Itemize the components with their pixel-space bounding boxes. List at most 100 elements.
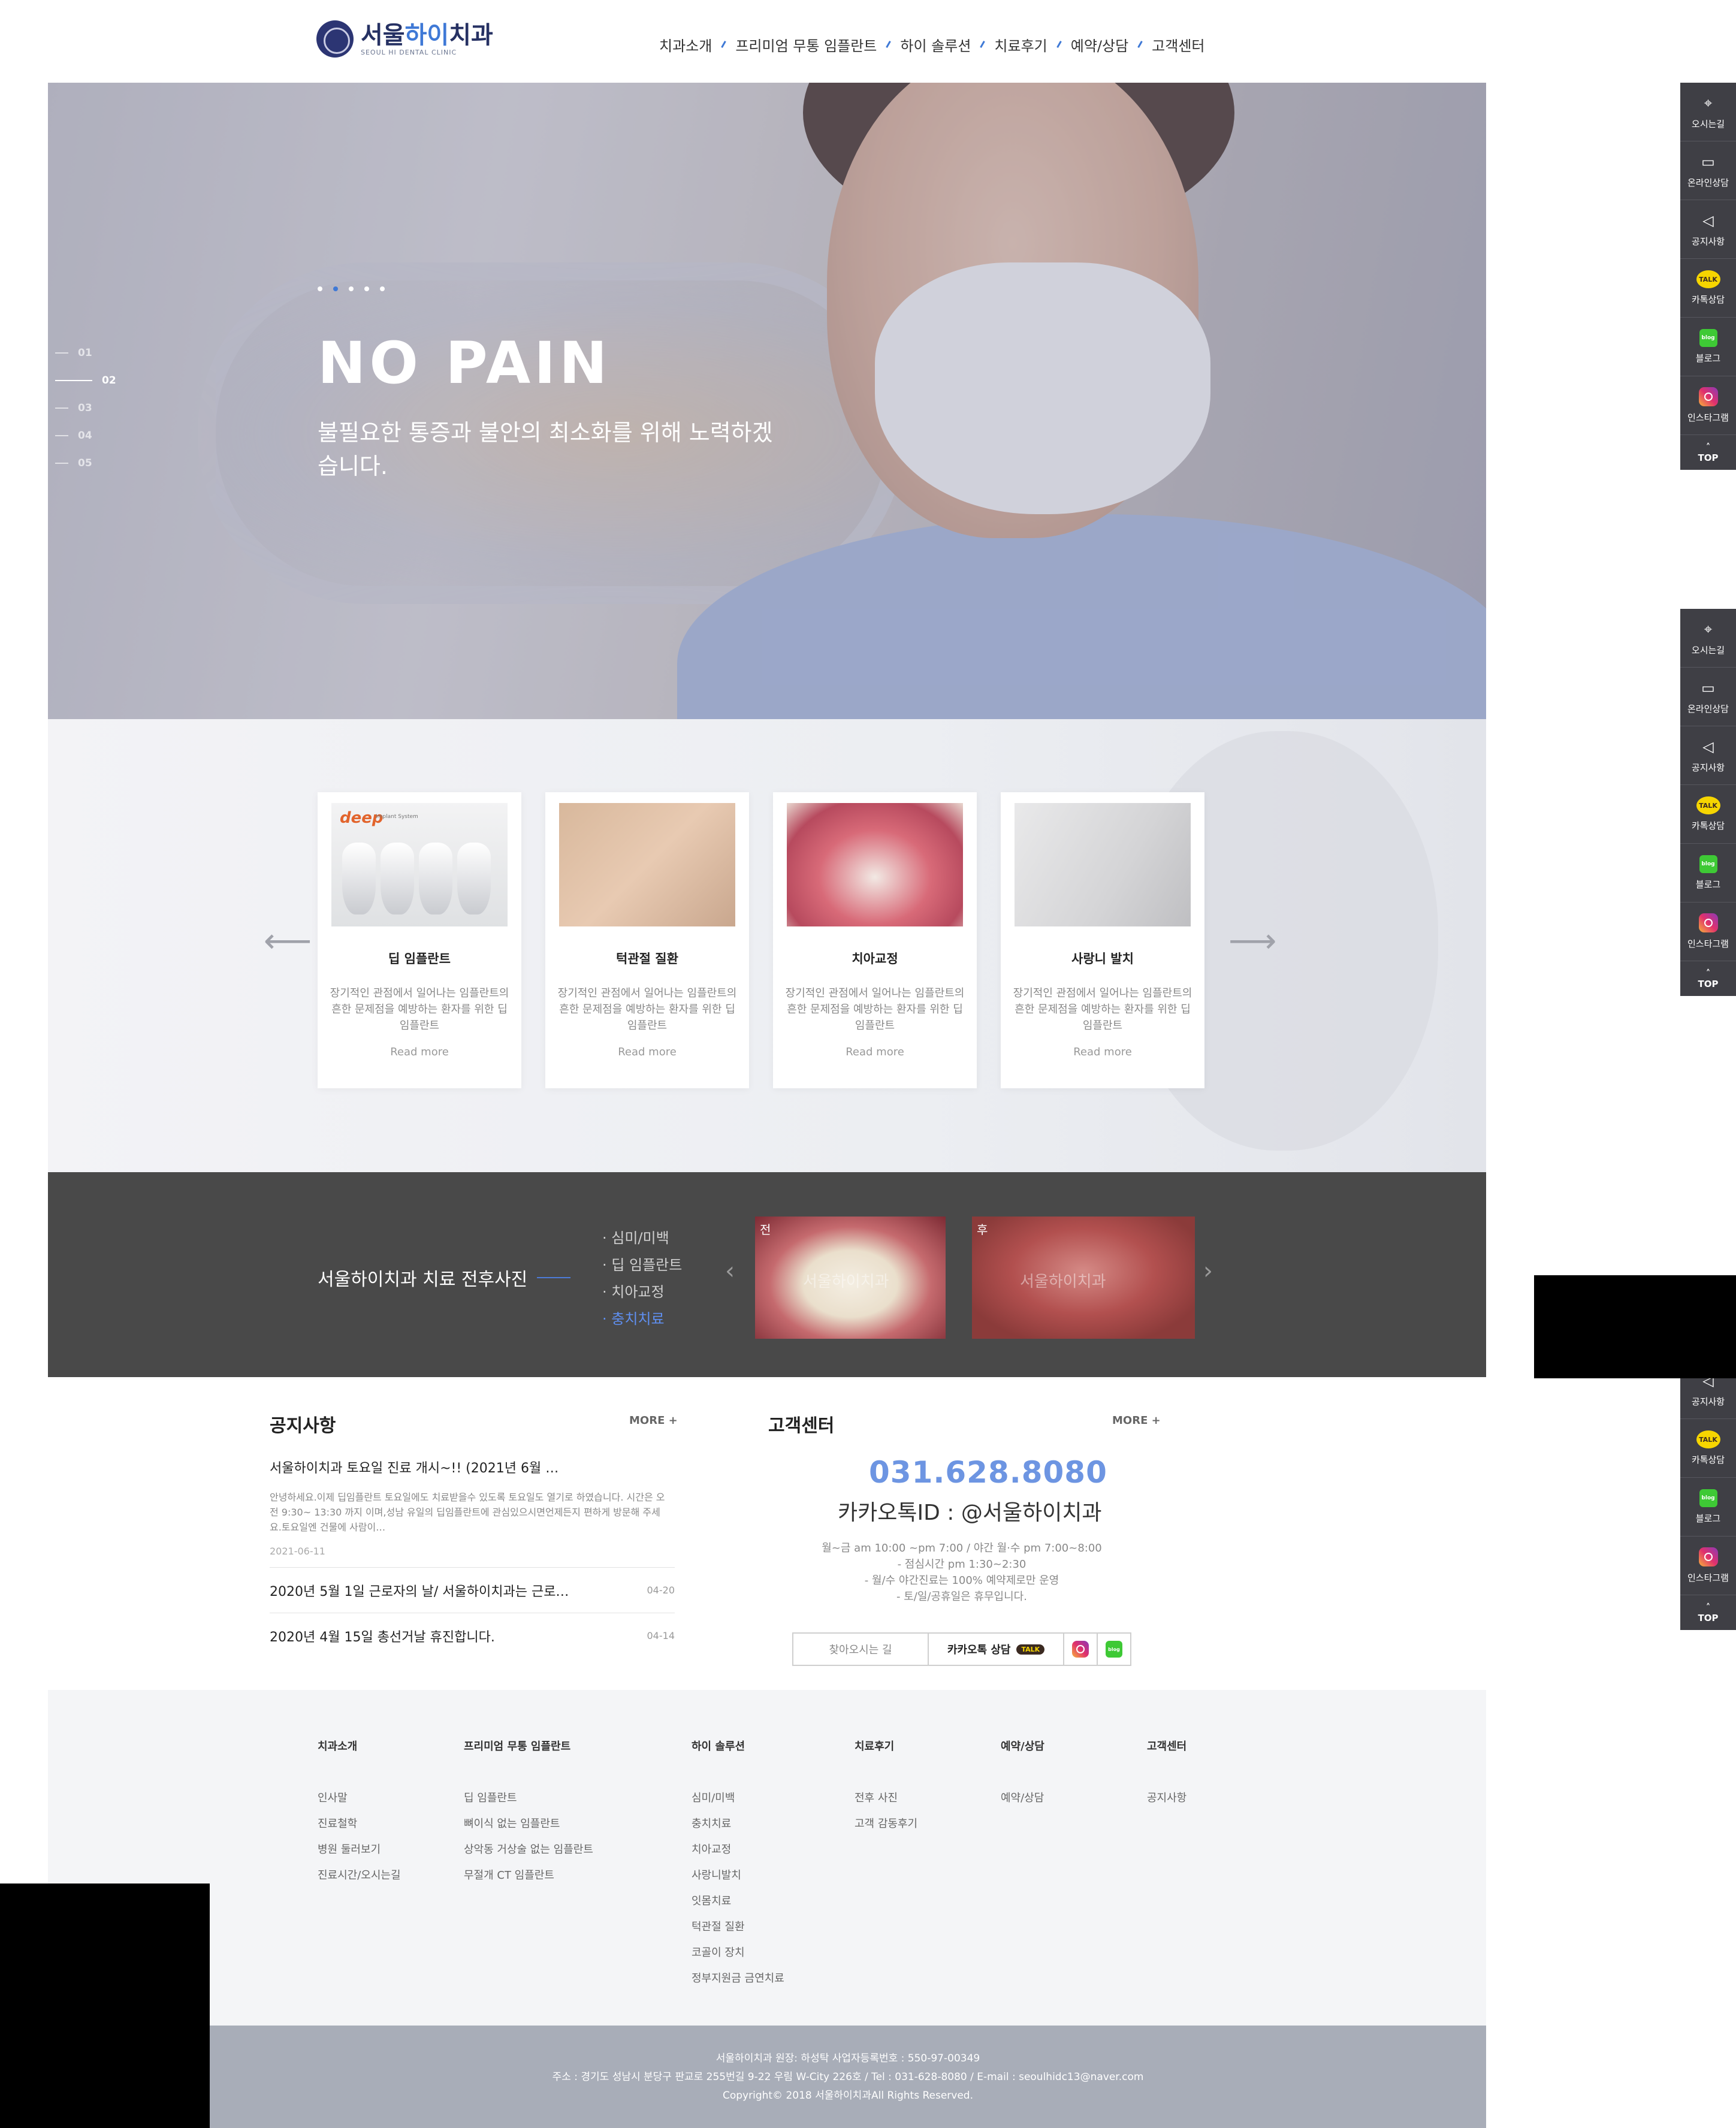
arrow-left-icon[interactable]: ⟵ — [264, 922, 312, 961]
logo-emblem-icon — [316, 20, 354, 58]
card-title: 사랑니 발치 — [1071, 952, 1134, 966]
hero-dot[interactable] — [318, 286, 322, 291]
footer-link[interactable]: 병원 둘러보기 — [318, 1841, 401, 1867]
quick-item-notice[interactable]: ◁ 공지사항 — [1680, 726, 1736, 785]
chevron-right-icon[interactable]: › — [1203, 1257, 1213, 1285]
quick-item-blog[interactable]: blog 블로그 — [1680, 318, 1736, 376]
quick-item-online-consult[interactable]: ▭ 온라인상담 — [1680, 141, 1736, 200]
footer-link[interactable]: 충치치료 — [692, 1815, 784, 1841]
footer-link[interactable]: 인사말 — [318, 1789, 401, 1815]
hero-dot[interactable] — [364, 286, 369, 291]
directions-button[interactable]: 찾아오시는 길 — [793, 1634, 929, 1665]
scroll-top-button[interactable]: ˄ TOP — [1680, 961, 1736, 996]
quick-item-online-consult[interactable]: ▭ 온라인상담 — [1680, 668, 1736, 726]
quick-item-kakaotalk[interactable]: TALK 카톡상담 — [1680, 1419, 1736, 1478]
hero-dot[interactable] — [349, 286, 354, 291]
footer-column-heading[interactable]: 프리미엄 무통 임플란트 — [464, 1738, 593, 1753]
notice-row[interactable]: 2020년 5월 1일 근로자의 날/ 서울하이치과는 근로… 04-20 — [270, 1581, 675, 1600]
read-more-link[interactable]: Read more — [556, 1046, 738, 1058]
scroll-top-button[interactable]: ˄ TOP — [1680, 435, 1736, 470]
footer-link[interactable]: 코골이 장치 — [692, 1944, 784, 1970]
footer-link[interactable]: 진료시간/오시는길 — [318, 1867, 401, 1892]
notice-featured-title: 서울하이치과 토요일 진료 개시~!! (2021년 6월 … — [270, 1461, 559, 1476]
footer-link[interactable]: 딥 임플란트 — [464, 1789, 593, 1815]
category-link-active[interactable]: · 충치치료 — [602, 1307, 682, 1334]
quick-item-instagram[interactable]: 인스타그램 — [1680, 1537, 1736, 1595]
nav-item-solution[interactable]: 하이 솔루션 — [900, 34, 971, 55]
nav-item-reservation[interactable]: 예약/상담 — [1071, 34, 1128, 55]
footer-link[interactable]: 잇몸치료 — [692, 1892, 784, 1918]
category-link[interactable]: · 치아교정 — [602, 1280, 682, 1307]
logo[interactable]: 서울하이치과 SEOUL HI DENTAL CLINIC — [316, 18, 493, 60]
nav-item-about[interactable]: 치과소개 — [659, 34, 712, 55]
pager-item-active[interactable]: 02 — [55, 367, 116, 394]
category-link[interactable]: · 심미/미백 — [602, 1226, 682, 1253]
notice-featured[interactable]: 서울하이치과 토요일 진료 개시~!! (2021년 6월 … 안녕하세요.이제… — [270, 1457, 671, 1557]
notice-row[interactable]: 2020년 4월 15일 총선거날 휴진합니다. 04-14 — [270, 1626, 675, 1646]
footer-link[interactable]: 고객 감동후기 — [855, 1815, 917, 1841]
main-nav: 치과소개 프리미엄 무통 임플란트 하이 솔루션 치료후기 예약/상담 고객센터 — [659, 34, 1204, 55]
footer-link[interactable]: 공지사항 — [1147, 1789, 1186, 1815]
phone-number[interactable]: 031.628.8080 — [869, 1455, 1107, 1490]
footer-link[interactable]: 사랑니발치 — [692, 1867, 784, 1892]
footer-link[interactable]: 무절개 CT 임플란트 — [464, 1867, 593, 1892]
read-more-link[interactable]: Read more — [1012, 1046, 1194, 1058]
footer-column-heading[interactable]: 치료후기 — [855, 1738, 917, 1753]
treatment-card[interactable]: 사랑니 발치 장기적인 관점에서 일어나는 임플란트의 흔한 문제점을 예방하는… — [1001, 792, 1204, 1088]
arrow-right-icon[interactable]: ⟶ — [1228, 922, 1276, 961]
footer-link[interactable]: 심미/미백 — [692, 1789, 784, 1815]
footer-link[interactable]: 진료철학 — [318, 1815, 401, 1841]
footer-link[interactable]: 예약/상담 — [1001, 1789, 1044, 1815]
contact-button-bar: 찾아오시는 길 카카오톡 상담 TALK blog — [792, 1632, 1131, 1666]
quick-item-kakaotalk[interactable]: TALK 카톡상담 — [1680, 259, 1736, 318]
footer-link[interactable]: 상악동 거상술 없는 임플란트 — [464, 1841, 593, 1867]
kakao-consult-button[interactable]: 카카오톡 상담 TALK — [929, 1634, 1064, 1665]
instagram-button[interactable] — [1064, 1634, 1098, 1665]
footer-link[interactable]: 치아교정 — [692, 1841, 784, 1867]
read-more-link[interactable]: Read more — [784, 1046, 966, 1058]
footer-column-heading[interactable]: 예약/상담 — [1001, 1738, 1044, 1753]
blog-icon: blog — [1699, 855, 1717, 873]
quick-item-instagram[interactable]: 인스타그램 — [1680, 376, 1736, 435]
kakao-id: 카카오톡ID : @서울하이치과 — [838, 1501, 1102, 1525]
footer-link[interactable]: 뼈이식 없는 임플란트 — [464, 1815, 593, 1841]
blog-button[interactable]: blog — [1098, 1634, 1130, 1665]
footer-link[interactable]: 정부지원금 금연치료 — [692, 1970, 784, 1996]
hero-overlay — [48, 83, 1486, 719]
read-more-link[interactable]: Read more — [328, 1046, 511, 1058]
customer-more-link[interactable]: MORE + — [1112, 1414, 1161, 1427]
pager-item[interactable]: 04 — [55, 422, 116, 449]
chevron-left-icon[interactable]: ‹ — [725, 1257, 735, 1285]
quick-item-directions[interactable]: ⌖ 오시는길 — [1680, 609, 1736, 668]
pager-item[interactable]: 01 — [55, 339, 116, 367]
footer-column-heading[interactable]: 하이 솔루션 — [692, 1738, 784, 1753]
quick-item-instagram[interactable]: 인스타그램 — [1680, 902, 1736, 961]
scroll-top-button[interactable]: ˄ TOP — [1680, 1595, 1736, 1630]
category-link[interactable]: · 딥 임플란트 — [602, 1253, 682, 1280]
nav-item-customer[interactable]: 고객센터 — [1152, 34, 1204, 55]
customer-heading: 고객센터 — [768, 1415, 835, 1436]
pager-item[interactable]: 05 — [55, 449, 116, 477]
pager-item[interactable]: 03 — [55, 394, 116, 422]
nav-item-implant[interactable]: 프리미엄 무통 임플란트 — [735, 34, 877, 55]
kakaotalk-icon: TALK — [1016, 1644, 1045, 1655]
quick-item-blog[interactable]: blog 블로그 — [1680, 844, 1736, 902]
quick-item-kakaotalk[interactable]: TALK 카톡상담 — [1680, 785, 1736, 844]
footer-link[interactable]: 전후 사진 — [855, 1789, 917, 1815]
hero-dot[interactable] — [380, 286, 385, 291]
treatment-card[interactable]: 턱관절 질환 장기적인 관점에서 일어나는 임플란트의 흔한 문제점을 예방하는… — [545, 792, 749, 1088]
quick-item-directions[interactable]: ⌖ 오시는길 — [1680, 83, 1736, 141]
footer-column-heading[interactable]: 고객센터 — [1147, 1738, 1186, 1753]
hero-dot-active[interactable] — [333, 286, 338, 291]
treatment-card[interactable]: 치아교정 장기적인 관점에서 일어나는 임플란트의 흔한 문제점을 예방하는 환… — [773, 792, 977, 1088]
treatment-card[interactable]: deep Implant System 딥 임플란트 장기적인 관점에서 일어나… — [318, 792, 521, 1088]
footer-column-heading[interactable]: 치과소개 — [318, 1738, 401, 1753]
quick-item-notice[interactable]: ◁ 공지사항 — [1680, 200, 1736, 259]
map-pin-icon: ⌖ — [1704, 95, 1713, 111]
notice-more-link[interactable]: MORE + — [629, 1414, 678, 1427]
map-pin-icon: ⌖ — [1704, 621, 1713, 638]
nav-item-reviews[interactable]: 치료후기 — [994, 34, 1047, 55]
quick-item-blog[interactable]: blog 블로그 — [1680, 1478, 1736, 1537]
business-info: 서울하이치과 원장: 하성탁 사업자등록번호 : 550-97-00349 — [715, 2052, 980, 2064]
footer-link[interactable]: 턱관절 질환 — [692, 1918, 784, 1944]
